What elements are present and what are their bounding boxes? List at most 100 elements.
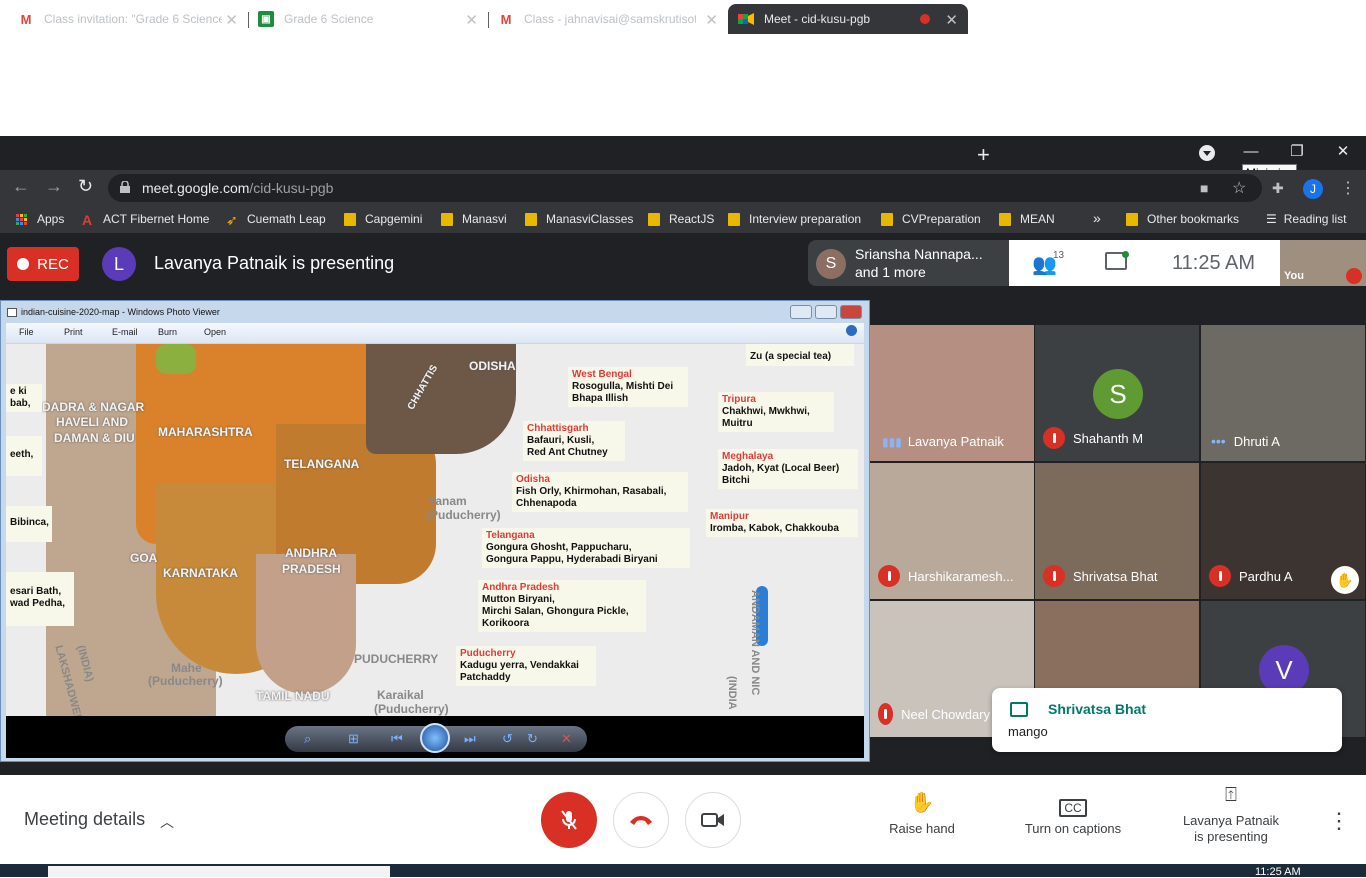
taskbar-search[interactable] <box>48 866 390 877</box>
tab-class-invitation[interactable]: M Class invitation: "Grade 6 Science ✕ <box>8 4 248 34</box>
extensions-icon[interactable]: ✚ <box>1272 180 1284 197</box>
cuemath-rocket-icon: ➶ <box>226 212 238 228</box>
more-options-icon[interactable]: ⋮ <box>1328 808 1350 834</box>
recording-badge: REC <box>7 247 79 281</box>
profile-avatar[interactable]: J <box>1303 179 1323 199</box>
closed-captions-icon: CC <box>1018 795 1128 821</box>
food-box-mizoram: Zu (a special tea) <box>746 344 854 366</box>
map-label: DADRA & NAGAR <box>42 400 145 414</box>
bookmark-folder[interactable]: Manasvi <box>441 212 507 226</box>
mic-off-icon <box>878 565 900 587</box>
raise-hand-button[interactable]: ✋ Raise hand <box>884 792 960 837</box>
people-count: 13 <box>1053 250 1065 261</box>
presenting-button[interactable]: ⍐ Lavanya Patnaik is presenting <box>1176 785 1286 845</box>
bookmark-apps[interactable]: Apps <box>16 212 64 226</box>
camera-icon[interactable]: ■ <box>1200 180 1208 196</box>
food-box-odisha: Odisha Fish Orly, Khirmohan, Rasabali, Chh… <box>512 472 688 512</box>
raised-hand-icon: ✋ <box>1331 566 1359 594</box>
more-dots-icon: ••• <box>1211 433 1226 449</box>
bookmark-folder[interactable]: CVPreparation <box>881 212 981 226</box>
gmail-icon: M <box>500 11 512 27</box>
tab-strip <box>0 136 1366 170</box>
chat-notification[interactable]: Shrivatsa Bhat mango <box>992 688 1342 752</box>
classroom-icon: ▣ <box>258 11 274 27</box>
back-arrow-icon[interactable]: ← <box>12 176 30 197</box>
menu-print[interactable]: Print <box>64 327 83 337</box>
zoom-icon[interactable]: ⌕ <box>304 731 311 747</box>
mic-off-icon <box>561 810 577 830</box>
hand-icon: ✋ <box>909 792 935 814</box>
participant-tile[interactable]: ••• Dhruti A <box>1201 325 1365 461</box>
reload-icon[interactable]: ↻ <box>78 176 93 197</box>
chevron-up-icon[interactable]: ︿ <box>160 812 174 832</box>
close-icon[interactable]: ✕ <box>465 11 478 29</box>
close-icon[interactable]: ✕ <box>945 11 958 29</box>
rotate-right-icon[interactable]: ↻ <box>527 731 538 747</box>
bookmark-cuemath[interactable]: ➶ Cuemath Leap <box>226 212 326 228</box>
minimize-button[interactable]: — <box>1228 136 1274 166</box>
next-icon[interactable]: ⏭ <box>464 731 476 747</box>
other-bookmarks[interactable]: Other bookmarks <box>1126 212 1239 226</box>
participant-name: Shahanth M <box>1073 430 1144 446</box>
menu-file[interactable]: File <box>19 327 34 337</box>
close-window-button[interactable]: ✕ <box>1320 136 1366 166</box>
speaking-icon: ▮▮▮ <box>882 434 902 449</box>
participant-tile[interactable]: Shrivatsa Bhat <box>1035 463 1199 599</box>
tab-search-icon[interactable] <box>1199 145 1215 161</box>
rotate-left-icon[interactable]: ↺ <box>502 731 513 747</box>
menu-burn[interactable]: Burn <box>158 327 177 337</box>
reading-list[interactable]: ☰ Reading list <box>1266 212 1346 226</box>
camera-toggle-button[interactable] <box>685 792 741 848</box>
delete-icon[interactable]: ✕ <box>561 731 572 747</box>
chat-message-icon <box>1010 702 1028 717</box>
mic-off-icon <box>1209 565 1231 587</box>
participant-tile[interactable]: S Shahanth M <box>1035 325 1199 461</box>
slideshow-button[interactable] <box>420 723 450 753</box>
map-label: TELANGANA <box>284 457 360 471</box>
url-text[interactable]: meet.google.com/cid-kusu-pgb <box>142 180 333 196</box>
new-tab-button[interactable]: + <box>977 142 990 168</box>
bookmark-folder[interactable]: Capgemini <box>344 212 422 226</box>
bookmark-act-fibernet[interactable]: A ACT Fibernet Home <box>82 212 209 228</box>
tab-grade-6-science[interactable]: ▣ Grade 6 Science ✕ <box>248 4 488 34</box>
tab-class-gmail[interactable]: M Class - jahnavisai@samskrutisot.c ✕ <box>488 4 728 34</box>
star-icon[interactable]: ☆ <box>1232 178 1246 198</box>
restore-button[interactable]: ❐ <box>1274 136 1320 166</box>
meeting-details-button[interactable]: Meeting details <box>24 809 145 830</box>
bookmarks-overflow-button[interactable]: » <box>1093 210 1101 226</box>
window-close-button[interactable] <box>840 305 862 319</box>
actual-size-icon[interactable]: ⊞ <box>348 731 359 747</box>
bookmark-folder[interactable]: MEAN <box>999 212 1055 226</box>
taskbar-clock: 11:25 AM <box>1255 866 1301 878</box>
bookmark-folder[interactable]: ReactJS <box>648 212 714 226</box>
microphone-toggle-button[interactable] <box>541 792 597 848</box>
previous-icon[interactable]: ⏮ <box>391 731 403 747</box>
hang-up-icon <box>630 816 652 825</box>
folder-icon <box>999 212 1011 226</box>
map-label: PUDUCHERRY <box>354 652 439 666</box>
bookmark-folder[interactable]: ManasviClasses <box>525 212 633 226</box>
participant-tile[interactable]: Harshikaramesh... <box>870 463 1034 599</box>
cuisine-map-image: DADRA & NAGAR HAVELI AND DAMAN & DIU MAH… <box>6 344 864 716</box>
leave-call-button[interactable] <box>613 792 669 848</box>
forward-arrow-icon[interactable]: → <box>45 176 63 197</box>
folder-icon <box>344 212 356 226</box>
close-icon[interactable]: ✕ <box>705 11 718 29</box>
participant-tile[interactable]: ▮▮▮ Lavanya Patnaik <box>870 325 1034 461</box>
tab-meet[interactable]: Meet - cid-kusu-pgb ✕ <box>728 4 968 34</box>
captions-button[interactable]: CC Turn on captions <box>1018 795 1128 837</box>
map-label: DAMAN & DIU <box>54 431 135 445</box>
active-speaker-avatar: S <box>816 249 846 279</box>
bookmark-folder[interactable]: Interview preparation <box>728 212 861 226</box>
participant-name: Shrivatsa Bhat <box>1073 568 1158 584</box>
mic-off-icon <box>1043 427 1065 449</box>
window-maximize-button[interactable] <box>815 305 837 319</box>
menu-open[interactable]: Open <box>204 327 226 337</box>
map-label: GOA <box>130 551 158 565</box>
window-minimize-button[interactable] <box>790 305 812 319</box>
menu-email[interactable]: E-mail <box>112 327 138 337</box>
help-icon[interactable] <box>846 325 857 336</box>
close-icon[interactable]: ✕ <box>225 11 238 29</box>
food-box-west-bengal: West Bengal Rosogulla, Mishti Dei Bhapa Il… <box>568 367 688 407</box>
menu-icon[interactable]: ⋮ <box>1340 178 1356 198</box>
